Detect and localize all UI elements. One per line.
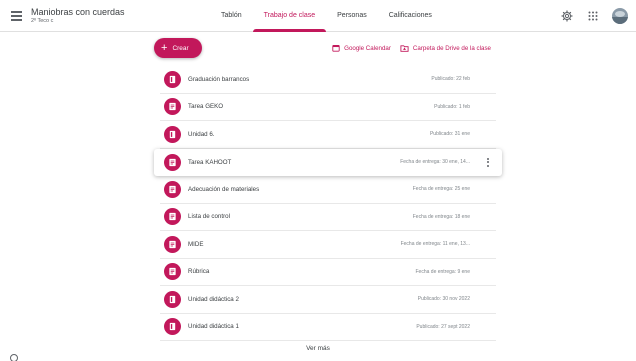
item-title: Unidad didáctica 2 <box>188 295 239 303</box>
google-calendar-label: Google Calendar <box>344 44 391 52</box>
item-date: Publicado: 30 nov 2022 <box>417 296 470 303</box>
assignment-icon <box>164 263 181 281</box>
list-item[interactable]: Unidad didáctica 1 Publicado: 27 sept 20… <box>160 314 496 341</box>
tab-classwork[interactable]: Trabajo de clase <box>252 0 327 32</box>
gear-icon[interactable] <box>560 9 574 23</box>
plus-icon: + <box>161 41 168 54</box>
list-item[interactable]: Tarea KAHOOT Fecha de entrega: 30 ene, 1… <box>154 148 502 176</box>
item-title: Tarea GEKO <box>188 103 224 111</box>
help-icon[interactable] <box>10 354 18 361</box>
avatar[interactable] <box>612 8 628 24</box>
drive-folder-icon <box>400 45 409 52</box>
list-item[interactable]: Lista de control Fecha de entrega: 18 en… <box>160 204 496 231</box>
drive-folder-label: Carpeta de Drive de la clase <box>412 44 491 52</box>
item-title: Lista de control <box>188 213 230 221</box>
material-icon <box>164 70 181 88</box>
view-more-button[interactable]: Ver más <box>0 345 636 352</box>
class-name[interactable]: Maniobras con cuerdas <box>31 7 125 17</box>
item-title: MIDE <box>188 240 204 248</box>
material-icon <box>164 290 181 308</box>
class-section: 2º Teco c <box>31 18 54 24</box>
more-options-icon[interactable] <box>483 155 493 169</box>
item-title: Adecuación de materiales <box>188 185 260 193</box>
item-title: Graduación barrancos <box>188 75 250 83</box>
assignment-icon <box>164 98 181 116</box>
item-date: Publicado: 22 feb <box>431 76 470 83</box>
list-item[interactable]: Unidad 6. Publicado: 31 ene <box>160 121 496 149</box>
tab-grades[interactable]: Calificaciones <box>378 0 443 32</box>
list-item[interactable]: Graduación barrancos Publicado: 22 feb <box>160 66 496 94</box>
assignment-icon <box>164 153 181 171</box>
toolbar-links: Google Calendar Carpeta de Drive de la c… <box>332 44 491 52</box>
create-label: Crear <box>172 44 189 52</box>
assignment-icon <box>164 235 181 253</box>
tab-bar: Tablón Trabajo de clase Personas Calific… <box>210 0 443 32</box>
item-due-date: Fecha de entrega: 9 ene <box>415 268 471 275</box>
list-item[interactable]: Tarea GEKO Publicado: 1 feb <box>160 94 496 121</box>
google-calendar-link[interactable]: Google Calendar <box>332 44 391 52</box>
item-due-date: Fecha de entrega: 30 ene, 14... <box>400 159 470 166</box>
menu-icon[interactable] <box>10 9 24 23</box>
list-item[interactable]: MIDE Fecha de entrega: 11 ene, 13... <box>160 231 496 259</box>
list-item[interactable]: Adecuación de materiales Fecha de entreg… <box>160 176 496 204</box>
assignment-icon <box>164 208 181 226</box>
item-date: Publicado: 27 sept 2022 <box>416 323 470 330</box>
material-icon <box>164 125 181 143</box>
item-title: Rúbrica <box>188 268 210 276</box>
item-date: Publicado: 1 feb <box>434 103 470 110</box>
list-item[interactable]: Rúbrica Fecha de entrega: 9 ene <box>160 259 496 286</box>
tab-stream[interactable]: Tablón <box>210 0 253 32</box>
drive-folder-link[interactable]: Carpeta de Drive de la clase <box>400 44 491 52</box>
create-button[interactable]: + Crear <box>154 38 202 58</box>
list-item[interactable]: Unidad didáctica 2 Publicado: 30 nov 202… <box>160 286 496 314</box>
item-due-date: Fecha de entrega: 18 ene <box>412 213 470 220</box>
assignment-icon <box>164 180 181 198</box>
calendar-icon <box>332 44 340 52</box>
classwork-list: Graduación barrancos Publicado: 22 feb T… <box>154 66 502 341</box>
item-title: Unidad 6. <box>188 130 215 138</box>
item-due-date: Fecha de entrega: 11 ene, 13... <box>400 241 470 248</box>
item-due-date: Fecha de entrega: 25 ene <box>412 186 470 193</box>
item-date: Publicado: 31 ene <box>429 131 470 138</box>
tab-people[interactable]: Personas <box>326 0 378 32</box>
top-actions <box>560 8 628 24</box>
item-title: Unidad didáctica 1 <box>188 323 239 331</box>
material-icon <box>164 318 181 336</box>
top-app-bar: Maniobras con cuerdas 2º Teco c Tablón T… <box>0 0 636 32</box>
apps-grid-icon[interactable] <box>586 9 600 23</box>
item-title: Tarea KAHOOT <box>188 158 232 166</box>
